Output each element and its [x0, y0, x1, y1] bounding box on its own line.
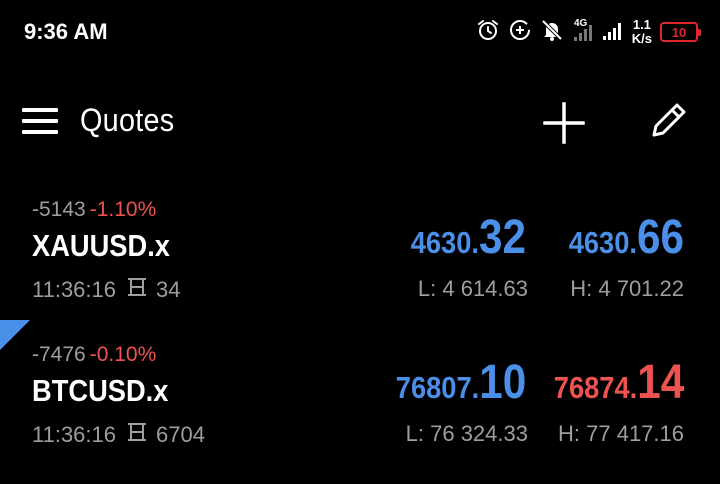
daily-change: -7476 -0.10% — [32, 343, 156, 367]
network-speed: 1.1 K/s — [632, 18, 652, 46]
change-percent: -1.10% — [89, 198, 157, 221]
change-points: -7476 — [32, 343, 86, 366]
change-points: -5143 — [32, 198, 86, 221]
quote-row-btcusd[interactable]: -7476 -0.10% BTCUSD.x 11:36:16 6704 76807… — [0, 337, 720, 465]
battery-level: 10 — [671, 24, 687, 40]
plus-icon — [543, 102, 585, 144]
bid-price-main: 4630. — [410, 225, 480, 260]
ask-price: 4630. 66 — [569, 210, 684, 265]
spread-icon — [126, 276, 148, 304]
bid-price-main: 76807. — [395, 370, 480, 405]
status-time: 9:36 AM — [24, 19, 108, 44]
symbol-name: XAUUSD.x — [32, 228, 170, 263]
quote-time-spread: 11:36:16 6704 — [32, 421, 205, 449]
low-price: L: 4 614.63 — [417, 276, 528, 301]
ask-price-main: 76874. — [553, 370, 638, 405]
pencil-icon — [652, 103, 686, 137]
ask-price: 76874. 14 — [554, 355, 684, 410]
quote-time-spread: 11:36:16 34 — [32, 276, 181, 304]
spread-icon — [126, 421, 148, 449]
bid-price-pips: 10 — [479, 356, 526, 409]
ask-price-main: 4630. — [568, 225, 638, 260]
battery-icon: 10 — [660, 22, 701, 42]
add-symbol-button[interactable] — [542, 101, 586, 145]
bid-price-pips: 32 — [479, 211, 526, 264]
network-4g-signal-icon: 4G — [572, 17, 594, 48]
edit-button[interactable] — [646, 99, 690, 143]
network-type-label: 4G — [574, 18, 588, 29]
symbol-name: BTCUSD.x — [32, 373, 169, 408]
alarm-icon — [476, 18, 500, 47]
quotes-screen: 9:36 AM 4G 1.1 K/s 10 Quotes -5143 -1.10… — [0, 0, 720, 484]
change-percent: -0.10% — [89, 343, 157, 366]
status-bar: 9:36 AM 4G 1.1 K/s 10 — [0, 0, 720, 64]
bid-price: 76807. 10 — [396, 355, 526, 410]
mute-bell-icon — [540, 18, 564, 47]
ask-price-pips: 66 — [637, 211, 684, 264]
high-price: H: 77 417.16 — [558, 421, 684, 446]
spread-value: 6704 — [156, 422, 205, 447]
toolbar: Quotes — [0, 90, 720, 154]
high-price: H: 4 701.22 — [570, 276, 684, 301]
hamburger-menu-icon[interactable] — [22, 108, 58, 134]
bid-price: 4630. 32 — [411, 210, 526, 265]
quote-row-xauusd[interactable]: -5143 -1.10% XAUUSD.x 11:36:16 34 4630. 32… — [0, 192, 720, 320]
daily-change: -5143 -1.10% — [32, 198, 156, 222]
network-speed-unit: K/s — [631, 31, 652, 46]
spread-value: 34 — [156, 277, 181, 302]
signal-icon — [602, 18, 624, 47]
quote-time: 11:36:16 — [32, 277, 117, 302]
low-price: L: 76 324.33 — [405, 421, 528, 446]
ask-price-pips: 14 — [637, 356, 684, 409]
quote-time: 11:36:16 — [32, 422, 117, 447]
page-title: Quotes — [80, 102, 175, 138]
network-speed-value: 1.1 — [632, 17, 651, 32]
status-icons: 4G 1.1 K/s 10 — [476, 14, 701, 50]
data-saver-icon — [508, 18, 532, 47]
